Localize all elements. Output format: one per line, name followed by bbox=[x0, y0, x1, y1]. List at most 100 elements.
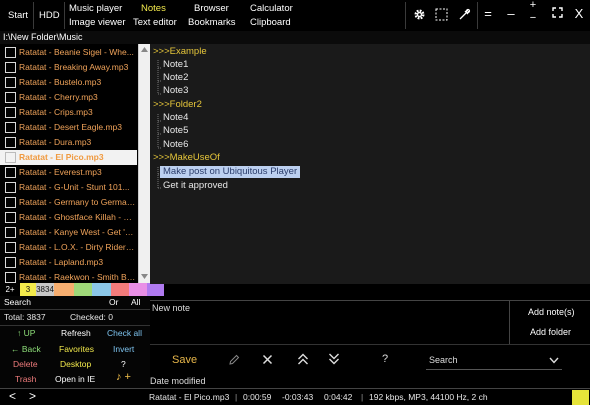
file-row[interactable]: Ratatat - Crips.mp3 bbox=[0, 105, 137, 120]
equals-button[interactable]: = bbox=[482, 6, 494, 21]
notes-search-field[interactable]: Search bbox=[426, 351, 562, 370]
file-row[interactable]: Ratatat - Cherry.mp3 bbox=[0, 90, 137, 105]
tree-note[interactable]: Note4 bbox=[163, 112, 188, 124]
file-row[interactable]: Ratatat - G-Unit - Stunt 101... bbox=[0, 180, 137, 195]
text-editor-button[interactable]: Text editor bbox=[133, 17, 177, 29]
screen-capture-icon[interactable] bbox=[435, 8, 448, 23]
file-checkbox[interactable] bbox=[5, 47, 16, 58]
file-checkbox[interactable] bbox=[5, 122, 16, 133]
color-filter-swatch[interactable] bbox=[129, 283, 147, 296]
move-down-icon[interactable] bbox=[328, 353, 340, 367]
next-button[interactable]: > bbox=[29, 389, 36, 403]
color-filter-swatch[interactable] bbox=[54, 283, 74, 296]
file-row[interactable]: Ratatat - Kanye West - Get 'e... bbox=[0, 225, 137, 240]
clipboard-button[interactable]: Clipboard bbox=[250, 17, 291, 29]
or-toggle[interactable]: Or bbox=[109, 297, 118, 308]
notes-help-button[interactable]: ? bbox=[382, 353, 388, 365]
file-checkbox[interactable] bbox=[5, 92, 16, 103]
tree-folder[interactable]: >>>Folder2 bbox=[153, 99, 202, 111]
calculator-button[interactable]: Calculator bbox=[250, 3, 293, 15]
file-checkbox[interactable] bbox=[5, 77, 16, 88]
new-note-input[interactable]: New note bbox=[150, 300, 510, 344]
file-row[interactable]: Ratatat - Ghostface Killah - R... bbox=[0, 210, 137, 225]
add-folder-button[interactable]: Add folder bbox=[530, 327, 571, 337]
delete-button[interactable]: Delete bbox=[13, 359, 38, 370]
start-button[interactable]: Start bbox=[8, 10, 28, 22]
delete-icon[interactable] bbox=[262, 354, 273, 367]
filter-label[interactable]: 2+ bbox=[0, 283, 20, 296]
file-row[interactable]: Ratatat - Dura.mp3 bbox=[0, 135, 137, 150]
path-bar[interactable]: I:\New Folder\Music bbox=[0, 31, 590, 44]
file-row[interactable]: Ratatat - Raekwon - Smith Br... bbox=[0, 270, 137, 284]
favorites-button[interactable]: Favorites bbox=[59, 344, 94, 355]
tree-note[interactable]: Note6 bbox=[163, 139, 188, 151]
file-row[interactable]: Ratatat - L.O.X. - Dirty Riders... bbox=[0, 240, 137, 255]
browser-button[interactable]: Browser bbox=[194, 3, 229, 15]
add-notes-button[interactable]: Add note(s) bbox=[528, 307, 575, 317]
tree-note[interactable]: Get it approved bbox=[163, 180, 228, 192]
check-all-button[interactable]: Check all bbox=[107, 328, 142, 339]
tree-note[interactable]: Note2 bbox=[163, 72, 188, 84]
file-checkbox[interactable] bbox=[5, 107, 16, 118]
file-row[interactable]: Ratatat - Everest.mp3 bbox=[0, 165, 137, 180]
trash-button[interactable]: Trash bbox=[15, 374, 36, 385]
color-filter-swatch[interactable]: 3 bbox=[20, 283, 36, 296]
file-checkbox[interactable] bbox=[5, 197, 16, 208]
file-row[interactable]: Ratatat - Lapland.mp3 bbox=[0, 255, 137, 270]
close-button[interactable]: X bbox=[573, 6, 585, 21]
gear-icon[interactable] bbox=[413, 8, 426, 23]
maximize-icon[interactable] bbox=[551, 6, 563, 21]
file-checkbox[interactable] bbox=[5, 152, 16, 163]
music-player-button[interactable]: Music player bbox=[69, 3, 122, 15]
bookmarks-button[interactable]: Bookmarks bbox=[188, 17, 236, 29]
notes-button[interactable]: Notes bbox=[141, 3, 166, 15]
chevron-down-icon[interactable] bbox=[549, 356, 559, 366]
file-row[interactable]: Ratatat - El Pico.mp3 bbox=[0, 150, 137, 165]
back-button[interactable]: ← Back bbox=[11, 344, 41, 355]
search-label[interactable]: Search bbox=[4, 297, 31, 308]
image-viewer-button[interactable]: Image viewer bbox=[69, 17, 126, 29]
move-up-icon[interactable] bbox=[297, 353, 309, 367]
color-filter-swatch[interactable]: 3834 bbox=[36, 283, 54, 296]
previous-button[interactable]: < bbox=[9, 389, 16, 403]
open-in-ie-button[interactable]: Open in IE bbox=[55, 374, 95, 385]
color-swatch[interactable] bbox=[572, 390, 589, 405]
tree-note[interactable]: Make post on Ubiquitous Player bbox=[160, 166, 301, 178]
file-row[interactable]: Ratatat - Breaking Away.mp3 bbox=[0, 60, 137, 75]
tree-note[interactable]: Note1 bbox=[163, 59, 188, 71]
shrink-button[interactable]: − bbox=[527, 12, 539, 24]
color-filter-swatch[interactable] bbox=[111, 283, 129, 296]
file-list-scrollbar[interactable] bbox=[138, 44, 150, 284]
invert-button[interactable]: Invert bbox=[113, 344, 134, 355]
tree-note[interactable]: Note3 bbox=[163, 85, 188, 97]
file-row[interactable]: Ratatat - Germany to German... bbox=[0, 195, 137, 210]
file-checkbox[interactable] bbox=[5, 242, 16, 253]
color-filter-swatch[interactable] bbox=[147, 283, 164, 296]
file-checkbox[interactable] bbox=[5, 257, 16, 268]
file-checkbox[interactable] bbox=[5, 227, 16, 238]
save-button[interactable]: Save bbox=[172, 354, 197, 366]
file-row[interactable]: Ratatat - Bustelo.mp3 bbox=[0, 75, 137, 90]
tree-folder[interactable]: >>>Example bbox=[153, 46, 207, 58]
file-checkbox[interactable] bbox=[5, 167, 16, 178]
desktop-button[interactable]: Desktop bbox=[60, 359, 91, 370]
color-filter-swatch[interactable] bbox=[74, 283, 92, 296]
color-filter-swatch[interactable] bbox=[92, 283, 111, 296]
file-checkbox[interactable] bbox=[5, 137, 16, 148]
file-checkbox[interactable] bbox=[5, 272, 16, 283]
file-row[interactable]: Ratatat - Desert Eagle.mp3 bbox=[0, 120, 137, 135]
enlarge-button[interactable]: + bbox=[527, 0, 539, 11]
all-toggle[interactable]: All bbox=[131, 297, 140, 308]
file-checkbox[interactable] bbox=[5, 212, 16, 223]
file-checkbox[interactable] bbox=[5, 182, 16, 193]
edit-icon[interactable] bbox=[228, 354, 240, 368]
minimize-button[interactable]: – bbox=[505, 6, 517, 21]
tree-folder[interactable]: >>>MakeUseOf bbox=[153, 152, 220, 164]
help-button[interactable]: ? bbox=[121, 359, 126, 370]
add-music-button[interactable]: ♪ + bbox=[116, 372, 131, 383]
hdd-button[interactable]: HDD bbox=[39, 10, 60, 22]
refresh-button[interactable]: Refresh bbox=[61, 328, 91, 339]
file-checkbox[interactable] bbox=[5, 62, 16, 73]
color-picker-icon[interactable] bbox=[458, 8, 471, 23]
file-row[interactable]: Ratatat - Beanie Sigel - Whe... bbox=[0, 45, 137, 60]
